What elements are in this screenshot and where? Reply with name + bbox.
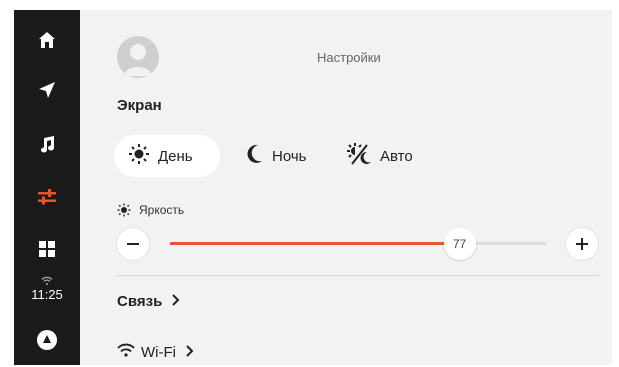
wifi-status-icon xyxy=(41,276,53,285)
avatar[interactable] xyxy=(117,36,159,78)
music-icon xyxy=(37,134,57,154)
settings-sliders-icon xyxy=(36,187,58,207)
mode-auto-button[interactable]: Авто xyxy=(334,135,434,177)
mode-night-button[interactable]: Ночь xyxy=(234,135,326,177)
home-icon xyxy=(37,30,57,50)
moon-icon xyxy=(246,144,264,168)
sidebar-item-apps[interactable] xyxy=(14,229,80,269)
brightness-increase-button[interactable] xyxy=(566,228,598,260)
sidebar-item-home[interactable] xyxy=(14,20,80,60)
connection-link[interactable]: Связь xyxy=(117,293,180,310)
section-divider xyxy=(117,275,599,276)
mode-night-label: Ночь xyxy=(272,147,307,165)
plus-icon xyxy=(576,238,588,250)
auto-brightness-icon xyxy=(346,142,372,170)
brightness-label: Яркость xyxy=(139,203,185,217)
wifi-link[interactable]: Wi-Fi xyxy=(117,343,194,361)
app-window: 11:25 Настройки Экран День Ночь Авто Ярк… xyxy=(14,10,612,365)
clock-time: 11:25 xyxy=(31,287,63,302)
brightness-slider-thumb[interactable]: 77 xyxy=(443,228,476,260)
mode-auto-label: Авто xyxy=(380,147,413,165)
sidebar: 11:25 xyxy=(14,10,80,365)
brightness-decrease-button[interactable] xyxy=(117,228,149,260)
apps-grid-icon xyxy=(38,240,56,258)
alice-assistant-icon xyxy=(36,329,58,351)
minus-icon xyxy=(127,243,139,245)
sidebar-item-music[interactable] xyxy=(14,124,80,164)
settings-panel: Настройки Экран День Ночь Авто Яркость 7… xyxy=(80,10,612,365)
connection-label: Связь xyxy=(117,293,163,310)
mode-day-button[interactable]: День xyxy=(114,135,220,177)
status-clock: 11:25 xyxy=(14,276,80,302)
mode-day-label: День xyxy=(158,147,193,165)
wifi-icon xyxy=(117,343,135,361)
sidebar-item-assistant[interactable] xyxy=(14,320,80,360)
section-title-screen: Экран xyxy=(117,97,162,114)
sidebar-item-settings[interactable] xyxy=(14,177,80,217)
brightness-sun-icon xyxy=(117,203,131,217)
brightness-heading: Яркость xyxy=(117,203,184,217)
navigation-icon xyxy=(37,80,57,100)
user-avatar-icon xyxy=(124,44,152,76)
chevron-right-icon xyxy=(172,293,180,310)
sidebar-item-navigation[interactable] xyxy=(14,70,80,110)
brightness-slider[interactable]: 77 xyxy=(170,228,546,260)
sun-icon xyxy=(128,143,150,169)
wifi-label: Wi-Fi xyxy=(141,343,176,361)
page-title: Настройки xyxy=(317,50,381,65)
chevron-right-icon xyxy=(186,344,194,361)
brightness-slider-fill xyxy=(170,242,460,245)
